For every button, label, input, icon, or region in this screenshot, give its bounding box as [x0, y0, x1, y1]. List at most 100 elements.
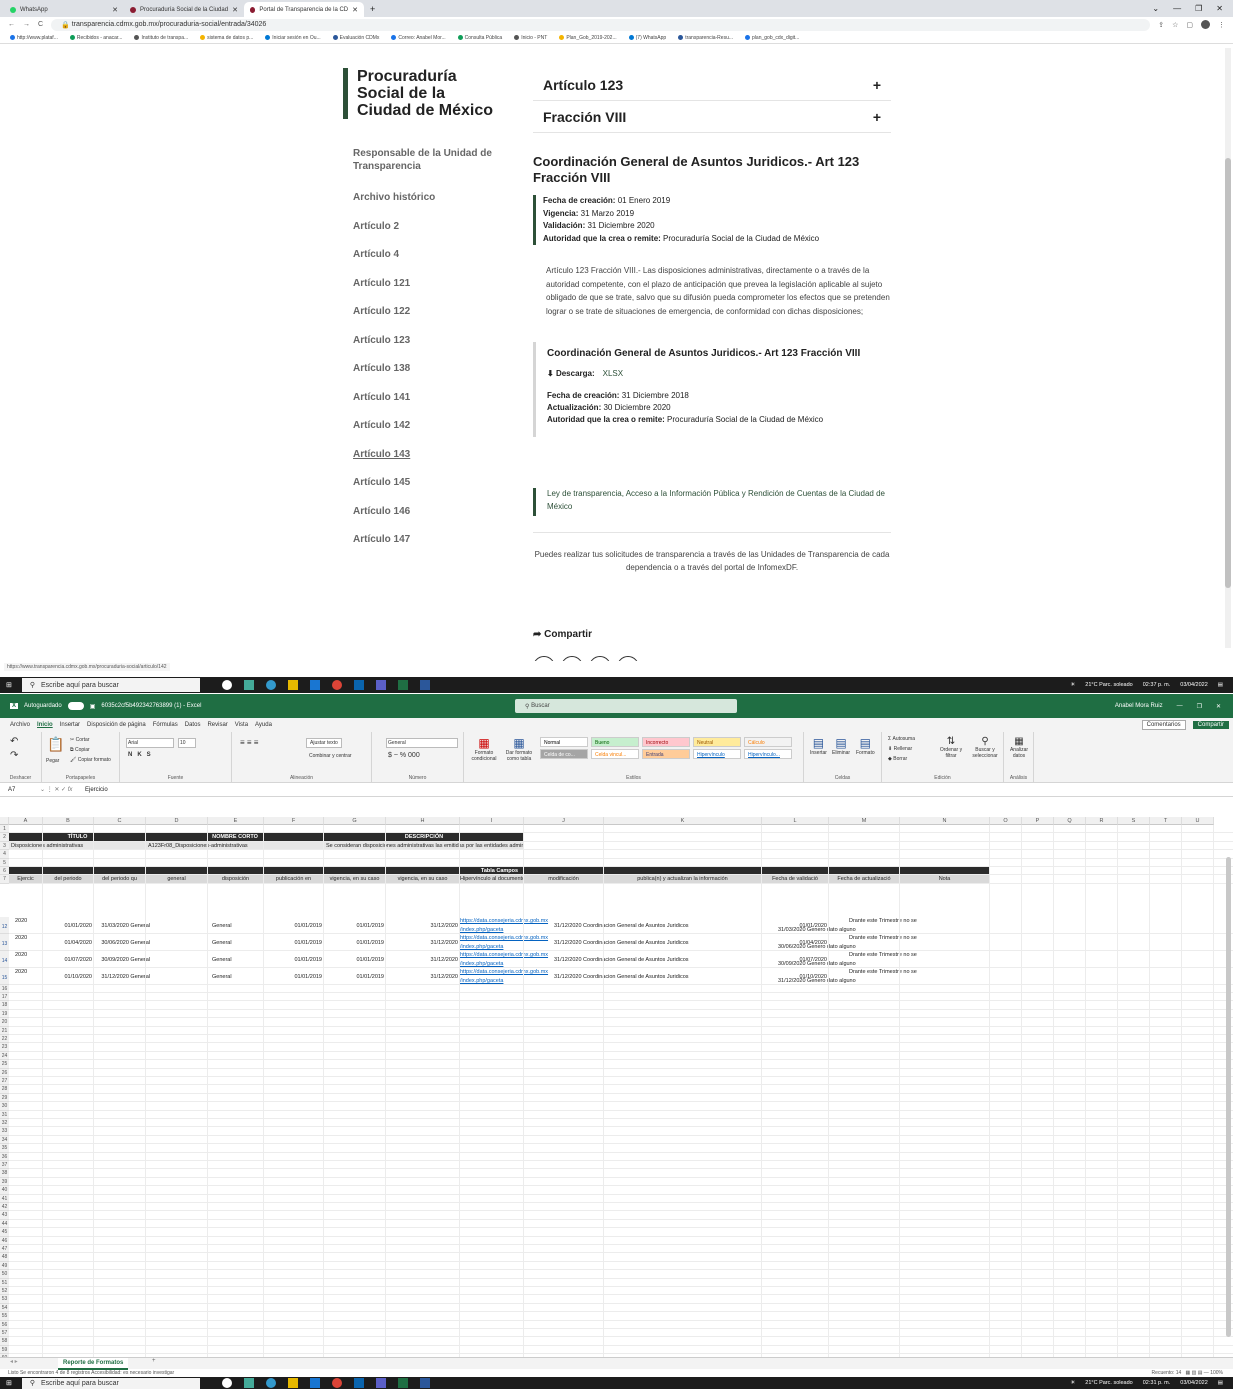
- mail-icon[interactable]: [353, 1378, 364, 1388]
- cell[interactable]: General: [208, 951, 264, 968]
- row-header[interactable]: 30: [0, 1102, 9, 1111]
- cell[interactable]: https://data.consejeria.cdmx.gob.mx: [460, 951, 548, 960]
- wrap-text-button[interactable]: Ajustar texto: [306, 738, 342, 748]
- row-header[interactable]: 35: [0, 1144, 9, 1153]
- cell[interactable]: 31/12/2020: [386, 968, 460, 985]
- taskview-icon[interactable]: [243, 1378, 254, 1388]
- row-header[interactable]: 52: [0, 1287, 9, 1296]
- maximize-icon[interactable]: ❐: [1195, 4, 1202, 13]
- cell-style[interactable]: Bueno: [591, 737, 639, 747]
- row-header[interactable]: 44: [0, 1219, 9, 1229]
- row-header[interactable]: 33: [0, 1127, 9, 1136]
- cell[interactable]: 01/01/2019: [264, 934, 324, 951]
- column-header[interactable]: H: [386, 817, 460, 825]
- row-header[interactable]: 19: [0, 1009, 9, 1019]
- cell-style[interactable]: Celda vincul...: [591, 749, 639, 759]
- tab-portal-transparencia[interactable]: Portal de Transparencia de la CD ✕: [244, 2, 364, 17]
- row-header[interactable]: 27: [0, 1077, 9, 1086]
- expand-icon[interactable]: +: [873, 109, 881, 125]
- row-header[interactable]: 51: [0, 1278, 9, 1287]
- ribbon-tab[interactable]: Vista: [235, 722, 248, 728]
- explorer-icon[interactable]: [287, 1378, 298, 1388]
- formula-input[interactable]: Ejercicio: [85, 787, 108, 793]
- cell[interactable]: 2020: [9, 968, 43, 985]
- share-icon[interactable]: ⇪: [1158, 21, 1164, 29]
- column-header[interactable]: I: [460, 817, 524, 825]
- menu-icon[interactable]: ⋮: [1218, 21, 1225, 29]
- cell[interactable]: 01/01/2020: [43, 917, 94, 934]
- row-header[interactable]: 49: [0, 1261, 9, 1271]
- ribbon-tab[interactable]: Datos: [185, 722, 201, 728]
- back-icon[interactable]: ←: [8, 21, 15, 28]
- row-header[interactable]: 22: [0, 1035, 9, 1044]
- tab-search-icon[interactable]: ⌄: [1152, 4, 1159, 13]
- cell[interactable]: General: [208, 968, 264, 985]
- taskbar-search[interactable]: ⚲ Escribe aquí para buscar: [21, 678, 200, 692]
- mail-icon[interactable]: [353, 680, 364, 690]
- chrome-icon[interactable]: [331, 1378, 342, 1388]
- autosave-toggle[interactable]: [67, 702, 84, 710]
- edge-icon[interactable]: [265, 680, 276, 690]
- print-icon[interactable]: ⎙: [617, 656, 639, 661]
- font-name-select[interactable]: Arial: [126, 738, 174, 748]
- select-all[interactable]: [0, 817, 9, 825]
- bookmark-item[interactable]: Inicio - PNT: [514, 35, 547, 41]
- notifications-icon[interactable]: ▤: [1218, 682, 1223, 688]
- cell[interactable]: General: [208, 934, 264, 951]
- ribbon-tab[interactable]: Revisar: [207, 722, 227, 728]
- column-header[interactable]: G: [324, 817, 386, 825]
- email-icon[interactable]: ✉: [533, 656, 555, 661]
- comments-button[interactable]: Comentarios: [1141, 720, 1186, 730]
- site-brand[interactable]: Procuraduría Social de la Ciudad de Méxi…: [343, 68, 503, 119]
- explorer-icon[interactable]: [287, 680, 298, 690]
- cell[interactable]: General: [208, 917, 264, 934]
- row-header[interactable]: 3: [0, 841, 9, 851]
- cell[interactable]: 01/01/2019: [324, 968, 386, 985]
- bookmark-item[interactable]: (7) WhatsApp: [628, 35, 666, 41]
- windows-icon[interactable]: ⊞: [6, 681, 12, 689]
- row-header[interactable]: 5: [0, 858, 9, 867]
- row-header[interactable]: 48: [0, 1253, 9, 1262]
- word-icon[interactable]: [419, 680, 430, 690]
- taskbar-search[interactable]: ⚲ Escribe aquí para buscar: [21, 1377, 200, 1389]
- bookmark-item[interactable]: http://www.plataf...: [10, 35, 58, 41]
- row-header[interactable]: 6: [0, 867, 9, 876]
- cell-style[interactable]: Entrada: [642, 749, 690, 759]
- row-header[interactable]: 55: [0, 1312, 9, 1321]
- cortana-icon[interactable]: [221, 680, 232, 690]
- cell[interactable]: 01/01/2019: [264, 968, 324, 985]
- cell[interactable]: 2020: [9, 951, 43, 968]
- law-link[interactable]: Ley de transparencia, Acceso a la Inform…: [533, 488, 891, 516]
- cell[interactable]: https://data.consejeria.cdmx.gob.mx: [460, 968, 548, 977]
- row-header[interactable]: 53: [0, 1295, 9, 1304]
- column-header[interactable]: C: [94, 817, 146, 825]
- scroll-thumb[interactable]: [1225, 158, 1231, 588]
- column-header[interactable]: J: [524, 817, 604, 825]
- close-icon[interactable]: ✕: [1216, 703, 1221, 710]
- ribbon-tab[interactable]: Archivo: [10, 722, 30, 728]
- row-header[interactable]: 12: [0, 917, 9, 935]
- bookmark-item[interactable]: Consulta Pública: [457, 35, 502, 41]
- sidebar-item[interactable]: Artículo 4: [353, 248, 513, 277]
- column-header[interactable]: P: [1022, 817, 1054, 825]
- cell[interactable]: 31/03/2020 General: [94, 917, 208, 934]
- close-tab-icon[interactable]: ✕: [112, 6, 118, 14]
- cell-style[interactable]: Incorrecto: [642, 737, 690, 747]
- column-header[interactable]: D: [146, 817, 208, 825]
- row-header[interactable]: 28: [0, 1085, 9, 1094]
- new-tab-button[interactable]: +: [364, 4, 375, 17]
- cell[interactable]: Drante este Trimestre no se: [829, 934, 917, 942]
- cell[interactable]: Drante este Trimestre no se: [829, 968, 917, 976]
- font-size-select[interactable]: 10: [178, 738, 196, 748]
- row-header[interactable]: 58: [0, 1337, 9, 1346]
- reload-icon[interactable]: C: [38, 21, 43, 28]
- cell-style[interactable]: Hipervínculo...: [744, 749, 792, 759]
- cell[interactable]: 31/12/2020 Coordinacion General de Asunt…: [524, 951, 762, 968]
- ribbon-tab[interactable]: Inicio: [37, 722, 53, 728]
- download-xlsx-link[interactable]: XLSX: [603, 369, 623, 378]
- cell[interactable]: 01/01/2019: [324, 917, 386, 934]
- cell[interactable]: 31/12/2020 General: [94, 968, 208, 985]
- cell[interactable]: 01/07/2020: [43, 951, 94, 968]
- expand-icon[interactable]: +: [873, 77, 881, 93]
- currency-icons[interactable]: $ ~ % 000: [388, 752, 420, 759]
